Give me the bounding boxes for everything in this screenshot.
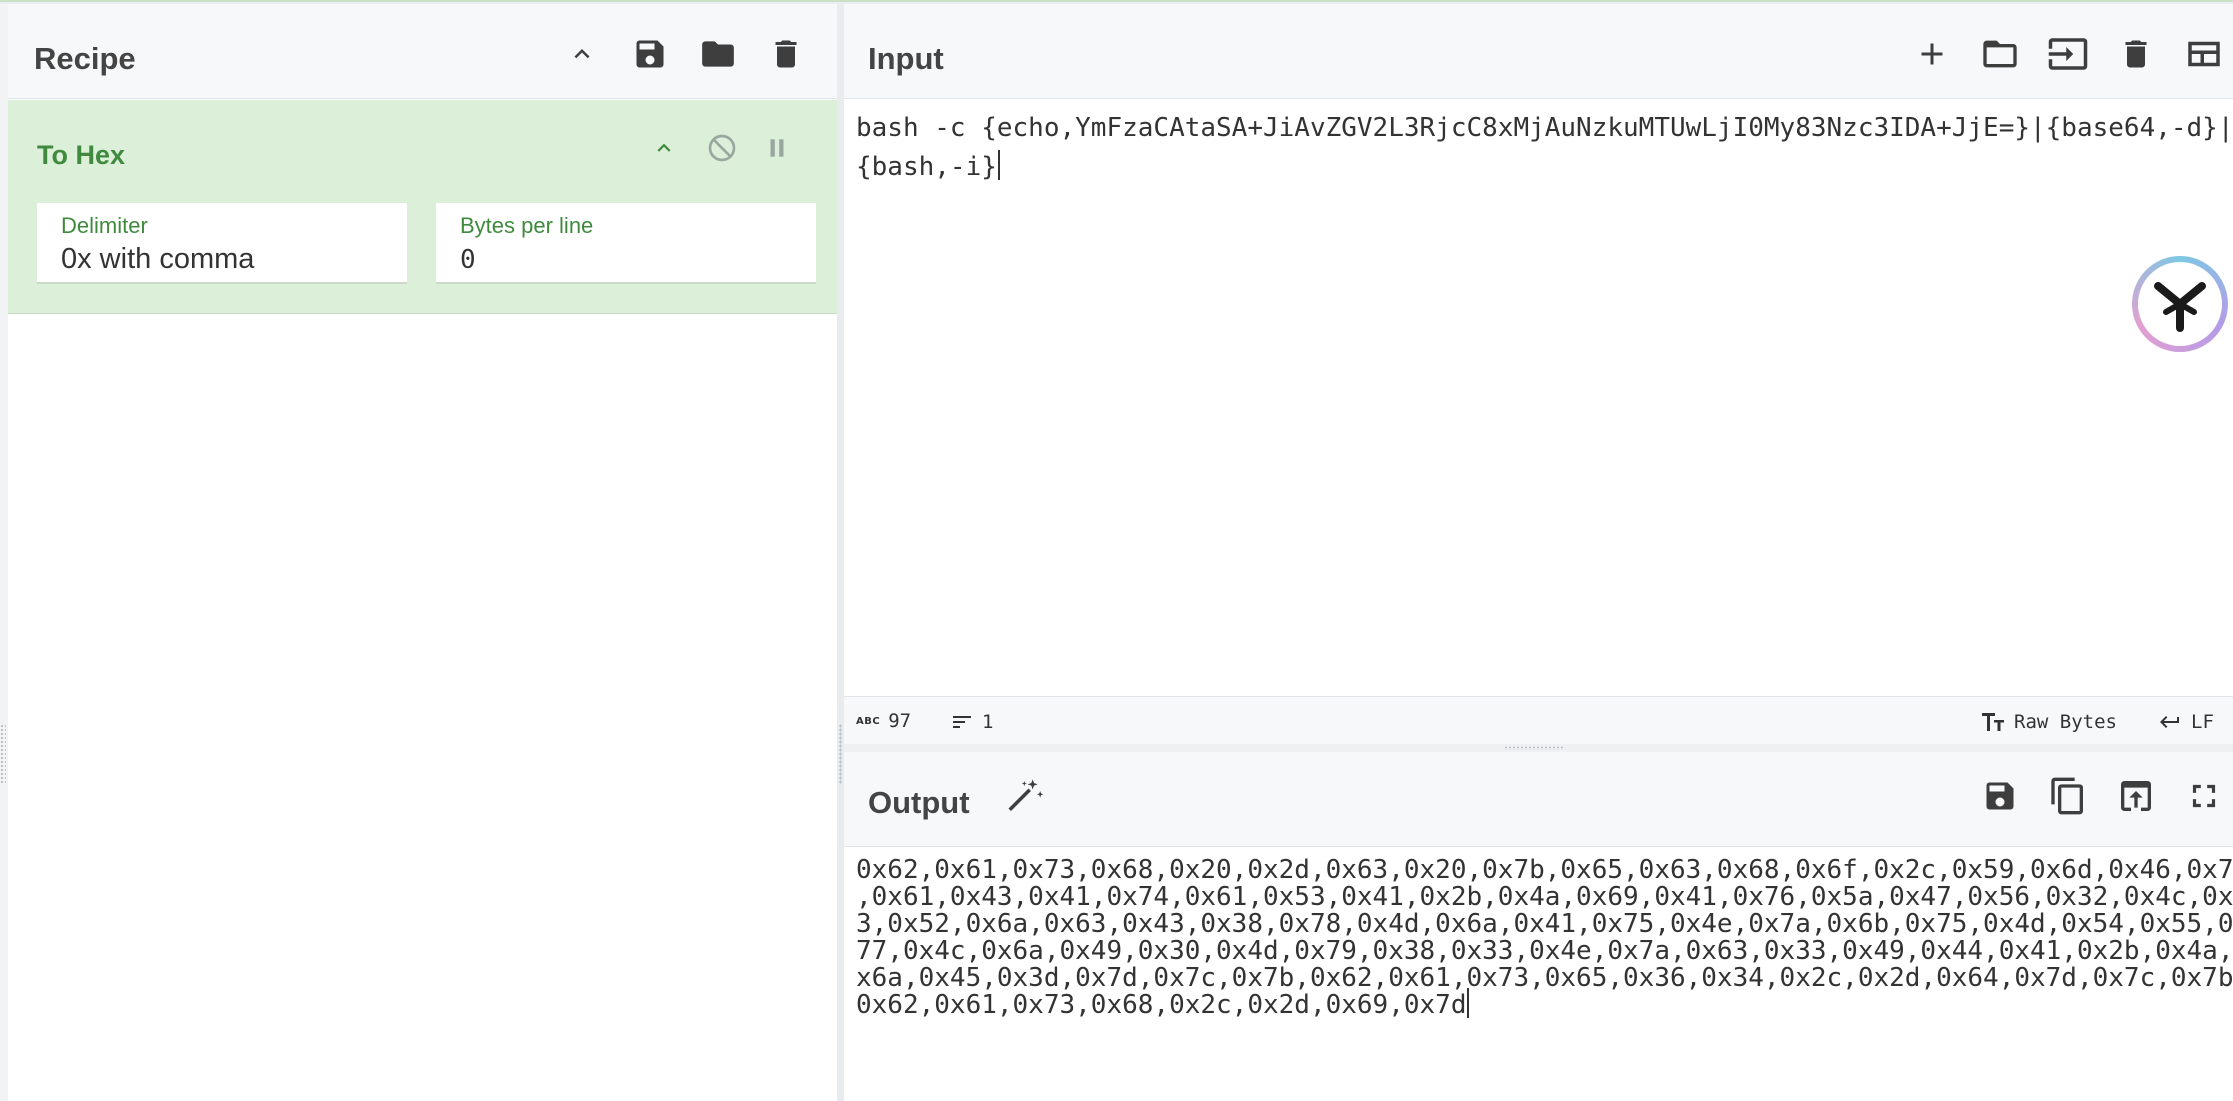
splitter-grip [839,724,842,784]
magic-button[interactable] [1004,774,1048,818]
logo-inner [2138,262,2222,346]
input-lines-value: 1 [982,711,994,733]
folder-icon [702,41,734,67]
plus-icon [1921,43,1943,65]
delimiter-label: Delimiter [61,213,148,238]
recipe-header: Recipe [8,4,837,99]
input-length-status: ABC 97 [856,710,911,732]
save-recipe-button[interactable] [628,32,672,76]
copy-icon [2051,777,2083,815]
collapse-all-button[interactable] [560,32,604,76]
input-encoding-value: Raw Bytes [2014,711,2117,733]
maximise-output-button[interactable] [2182,774,2226,818]
save-icon [636,40,664,68]
delimiter-field[interactable]: Delimiter 0x with comma [37,203,407,284]
logo-icon [2154,282,2206,332]
lines-icon [953,716,971,728]
trash-icon [775,40,797,68]
bytes-per-line-value[interactable]: 0 [460,245,476,275]
trash-icon [2125,40,2147,68]
magic-wand-icon [1008,779,1044,811]
input-text-line-1[interactable]: bash -c {echo,YmFzaCAtaSA+JiAvZGV2L3RjcC… [856,109,2233,148]
bytes-per-line-field[interactable]: Bytes per line 0 [436,203,816,284]
input-status-bar: ABC 97 1 Raw Bytes LF [844,696,2233,744]
text-caret [997,150,1000,180]
input-eol-value: LF [2191,711,2214,733]
clear-input-button[interactable] [2114,32,2158,76]
left-resize-handle[interactable] [0,724,6,784]
chevron-up-icon [657,143,671,152]
abc-icon: ABC [856,715,881,727]
recipe-pane: Recipe To Hex Delimiter 0x with comma By… [0,4,837,1101]
return-icon [2160,716,2179,728]
replace-input-with-output-button[interactable] [2114,774,2158,818]
clear-recipe-button[interactable] [764,32,808,76]
copy-output-button[interactable] [2046,774,2090,818]
pause-operation-button[interactable] [757,128,797,168]
output-line-6-text: 0x62,0x61,0x73,0x68,0x2c,0x2d,0x69,0x7d [856,990,1467,1020]
add-input-tab-button[interactable] [1910,32,1954,76]
chevron-up-icon [574,49,590,59]
fullscreen-icon [2192,784,2216,808]
text-size-icon [1982,713,2004,731]
open-in-new-icon [2121,781,2151,811]
delimiter-value[interactable]: 0x with comma [61,243,254,276]
open-file-button[interactable] [1978,32,2022,76]
load-recipe-button[interactable] [696,32,740,76]
output-title: Output [868,785,970,820]
horizontal-splitter[interactable] [844,744,2233,752]
disable-icon [708,134,736,162]
vertical-splitter[interactable] [837,4,844,1101]
input-encoding-selector[interactable]: Raw Bytes [1980,710,2117,734]
cyberchef-logo[interactable] [2132,256,2228,352]
layout-icon [2188,41,2220,67]
input-eol-selector[interactable]: LF [2157,710,2214,734]
input-header: Input [844,4,2233,99]
import-icon [2048,38,2088,70]
pause-icon [770,139,784,157]
input-line-2-text: {bash,-i} [856,152,997,182]
collapse-operation-button[interactable] [644,128,684,168]
text-caret [1467,988,1470,1018]
operation-title: To Hex [37,140,126,170]
input-lines-status: 1 [950,710,993,734]
left-edge [0,4,8,1101]
output-text-line-6[interactable]: 0x62,0x61,0x73,0x68,0x2c,0x2d,0x69,0x7d [856,986,1470,1025]
input-title: Input [868,41,944,76]
operation-to-hex[interactable]: To Hex Delimiter 0x with comma Bytes per… [8,100,837,314]
save-icon [1986,782,2014,810]
folder-outline-icon [1983,40,2017,68]
output-header: Output [844,752,2233,847]
input-length-value: 97 [888,710,912,732]
bytes-per-line-label: Bytes per line [460,213,594,238]
save-output-button[interactable] [1978,774,2022,818]
output-pane: Output 0x62,0x61,0x73,0x68,0x20,0x2d,0x6… [844,752,2233,1101]
input-pane: Input bash -c {echo,YmFzaCAtaSA+JiAvZGV2… [844,4,2233,744]
disable-operation-button[interactable] [702,128,742,168]
splitter-grip [1504,746,1564,750]
input-text-line-2[interactable]: {bash,-i} [856,148,1000,187]
top-accent [0,0,2233,2]
reset-layout-button[interactable] [2182,32,2226,76]
open-folder-button[interactable] [2046,32,2090,76]
recipe-title: Recipe [34,41,136,76]
